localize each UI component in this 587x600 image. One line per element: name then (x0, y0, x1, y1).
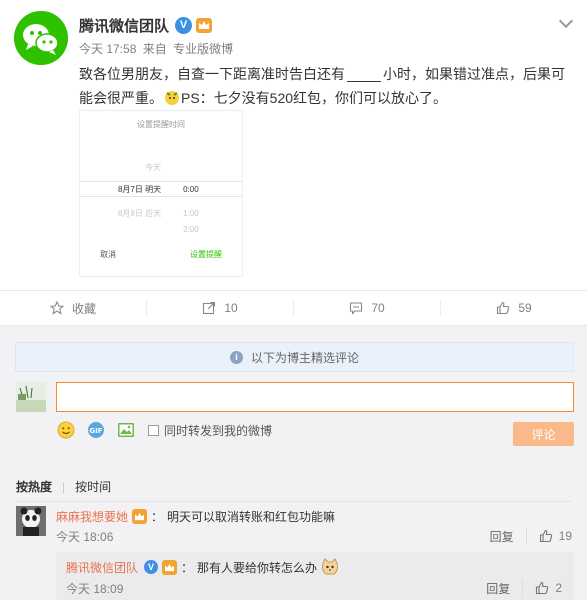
comment-like-count: 19 (558, 529, 572, 543)
tab-sort-hot[interactable]: 按热度 (16, 478, 52, 495)
verified-icon: V (144, 560, 159, 574)
face-emoji-icon (165, 91, 179, 105)
author-name[interactable]: 腾讯微信团队 (79, 15, 169, 36)
comment-tools: GIF 同时转发到我的微博 (56, 420, 272, 440)
post-action-bar: 收藏 10 70 59 (0, 290, 587, 326)
emoji-picker-icon[interactable] (56, 420, 76, 440)
reply-footer: 今天 18:09 回复 2 (66, 578, 562, 598)
like-button[interactable]: 59 (441, 300, 587, 316)
svg-text:GIF: GIF (89, 427, 102, 435)
picker-time: 2:00 (183, 224, 199, 234)
submit-comment-button[interactable]: 评论 (513, 422, 574, 446)
star-icon (49, 301, 64, 315)
image-upload-icon[interactable] (116, 420, 136, 440)
comment-item: 麻麻我想要她 ： 明天可以取消转账和红包功能嘛 (56, 508, 335, 525)
post-source[interactable]: 专业版微博 (173, 42, 233, 56)
thumbs-up-icon (497, 301, 510, 315)
vip-crown-icon (162, 559, 178, 575)
comment-text: 明天可以取消转账和红包功能嘛 (167, 510, 336, 524)
text-blank (347, 68, 381, 83)
comment-like-button[interactable]: 19 (539, 529, 572, 543)
vip-crown-icon (196, 17, 213, 33)
colon: ： (151, 510, 164, 524)
picker-date: 今天 (145, 162, 162, 172)
author-reply: 腾讯微信团队 V ： 那有人要给你转怎么办 今天 18:09 回复 2 (56, 552, 574, 600)
picker-date: 8月8日 后天 (117, 208, 162, 218)
post-meta: 今天 17:58 来自 专业版微博 (79, 40, 236, 57)
notice-text: 以下为博主精选评论 (250, 350, 359, 365)
weibo-post: 腾讯微信团队 V 今天 17:58 来自 专业版微博 致各位男朋友，自查一下距离… (0, 0, 587, 290)
thumbs-up-icon (536, 581, 549, 595)
author-avatar[interactable] (14, 11, 68, 65)
reply-text: 那有人要给你转怎么办 (197, 560, 318, 575)
post-content: 致各位男朋友，自查一下距离准时告白还有 小时，如果错过准点，后果可能会很严重。 PS… (79, 62, 569, 110)
comment-sort-tabs: 按热度 | 按时间 (16, 472, 572, 502)
post-menu-chevron-icon[interactable] (558, 13, 574, 29)
repost-count: 10 (224, 301, 238, 315)
reply-like-button[interactable]: 2 (535, 581, 562, 595)
picker-title: 设置提醒时间 (137, 120, 185, 129)
tab-separator: | (62, 479, 66, 494)
picker-confirm: 设置提醒 (190, 250, 222, 259)
forward-label: 同时转发到我的微博 (164, 423, 273, 438)
thumbs-up-icon (539, 529, 552, 543)
reply-like-count: 2 (555, 581, 562, 595)
picker-cancel: 取消 (100, 250, 116, 259)
comment-button[interactable]: 70 (294, 300, 441, 316)
cat-emoji-icon (322, 558, 339, 575)
gif-icon[interactable]: GIF (86, 420, 106, 440)
favorite-label: 收藏 (71, 301, 96, 316)
reply-button[interactable]: 回复 (486, 579, 524, 597)
favorite-button[interactable]: 收藏 (0, 300, 147, 316)
author-line: 腾讯微信团队 V (79, 14, 213, 36)
comment-count: 70 (371, 301, 385, 315)
vip-crown-icon (132, 509, 148, 524)
reply-time: 今天 18:09 (66, 581, 124, 596)
reply-line: 腾讯微信团队 V ： 那有人要给你转怎么办 (66, 558, 339, 576)
commenter-name[interactable]: 麻麻我想要她 (56, 508, 128, 525)
my-avatar[interactable] (16, 382, 46, 412)
post-text-before: 致各位男朋友，自查一下距离准时告白还有 (79, 66, 345, 82)
repost-button[interactable]: 10 (147, 300, 294, 316)
picker-row: 8月8日 后天 1:00 (80, 205, 242, 221)
comment-time: 今天 18:06 (56, 529, 114, 544)
comments-section: i 以下为博主精选评论 GIF 同时转发到我的微博 评论 按热度 | 按时间 麻… (0, 326, 587, 600)
comment-footer: 今天 18:06 回复 19 (56, 526, 572, 546)
info-icon: i (229, 350, 243, 364)
picker-time: 1:00 (183, 208, 199, 218)
like-count: 59 (518, 301, 532, 315)
picker-row: 今天 (80, 159, 242, 175)
picker-row: 2:00 (80, 221, 242, 237)
commenter-avatar[interactable] (16, 506, 46, 536)
tab-sort-time[interactable]: 按时间 (75, 478, 111, 495)
reply-button[interactable]: 回复 (490, 527, 527, 545)
forward-option[interactable]: 同时转发到我的微博 (148, 422, 272, 439)
verified-icon: V (175, 16, 193, 34)
picker-date: 8月7日 明天 (117, 184, 162, 194)
post-text-ps: PS：七夕没有520红包，你们可以放心了。 (181, 90, 448, 106)
picker-time: 0:00 (183, 184, 199, 194)
post-image[interactable]: 设置提醒时间 今天 8月7日 明天 0:00 8月8日 后天 1:00 2:00… (79, 110, 243, 277)
picker-row-selected: 8月7日 明天 0:00 (80, 181, 242, 197)
picker-footer: 取消 设置提醒 (80, 249, 242, 260)
reply-author-name[interactable]: 腾讯微信团队 (66, 559, 138, 576)
share-icon (203, 301, 216, 315)
featured-comments-notice: i 以下为博主精选评论 (15, 342, 574, 372)
comment-input[interactable] (56, 382, 574, 412)
forward-checkbox[interactable] (148, 424, 159, 436)
post-time[interactable]: 今天 17:58 (79, 42, 136, 56)
post-from-label: 来自 (142, 42, 167, 56)
comment-icon (350, 302, 363, 315)
colon: ： (181, 560, 194, 575)
